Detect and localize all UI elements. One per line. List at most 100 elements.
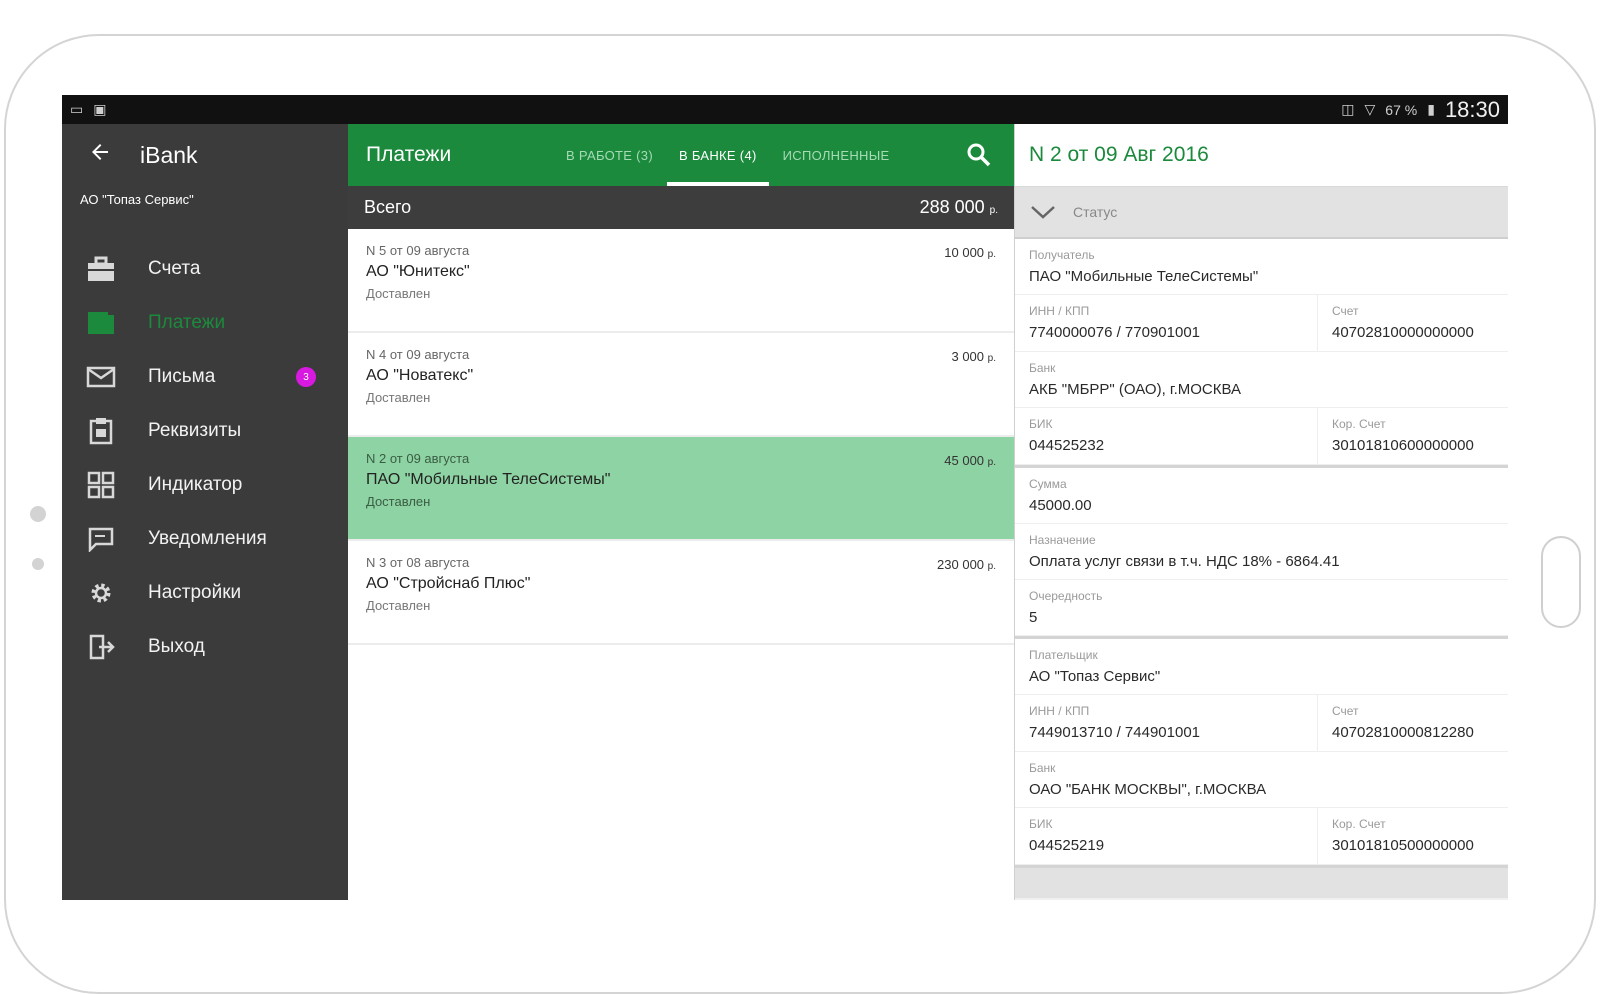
payment-info-group: Сумма 45000.00 Назначение Оплата услуг с… xyxy=(1015,468,1508,639)
sensor-dot xyxy=(32,558,44,570)
recipient-account-field: Счет 40702810000000000 xyxy=(1318,295,1508,351)
field-label: Назначение xyxy=(1029,533,1096,547)
recipient-inn-field: ИНН / КПП 7740000076 / 770901001 xyxy=(1015,295,1318,351)
field-value: 7449013710 / 744901001 xyxy=(1029,724,1201,741)
tab-in-progress[interactable]: В РАБОТЕ (3) xyxy=(566,124,653,186)
payer-field: Плательщик АО "Топаз Сервис" xyxy=(1015,639,1508,695)
sidebar-item-notifications[interactable]: Уведомления xyxy=(62,512,348,566)
sidebar-item-exit[interactable]: Выход xyxy=(62,620,348,674)
payment-row[interactable]: N 4 от 09 августа АО "Новатекс" Доставле… xyxy=(348,333,1014,437)
field-value: 40702810000000000 xyxy=(1332,324,1474,341)
total-value: 288 000 xyxy=(919,197,985,217)
field-label: Банк xyxy=(1029,761,1056,775)
sidebar-item-payments[interactable]: Платежи xyxy=(62,296,348,350)
status-label: Статус xyxy=(1073,204,1118,220)
field-label: Счет xyxy=(1332,304,1359,318)
status-tabs: В РАБОТЕ (3) В БАНКЕ (4) ИСПОЛНЕННЫЕ xyxy=(566,124,916,186)
priority-field: Очередность 5 xyxy=(1015,580,1508,636)
tab-completed[interactable]: ИСПОЛНЕННЫЕ xyxy=(783,124,890,186)
field-value: 45000.00 xyxy=(1029,497,1092,514)
payments-list-panel: Платежи В РАБОТЕ (3) В БАНКЕ (4) ИСПОЛНЕ… xyxy=(348,124,1015,900)
payment-amount: 230 000 р. xyxy=(937,557,996,572)
sidebar-item-settings[interactable]: Настройки xyxy=(62,566,348,620)
back-arrow-icon[interactable] xyxy=(88,140,128,171)
recipient-bik-field: БИК 044525232 xyxy=(1015,408,1318,464)
sidebar-item-label: Выход xyxy=(148,636,205,657)
payment-status: Доставлен xyxy=(366,494,431,509)
payments-list: N 5 от 09 августа АО "Юнитекс" Доставлен… xyxy=(348,229,1014,645)
chevron-down-icon xyxy=(1031,206,1055,219)
sidebar-item-label: Настройки xyxy=(148,582,242,603)
sidebar-item-indicator[interactable]: Индикатор xyxy=(62,458,348,512)
payer-inn-field: ИНН / КПП 7449013710 / 744901001 xyxy=(1015,695,1318,751)
payer-bik-field: БИК 044525219 xyxy=(1015,808,1318,864)
payment-amount-value: 3 000 xyxy=(951,349,985,364)
tablet-screen: ▭ ▣ ◫ ▽ 67 % ▮ 18:30 iBank АО "Топаз Сер… xyxy=(62,95,1508,900)
recipient-field: Получатель ПАО "Мобильные ТелеСистемы" xyxy=(1015,239,1508,295)
field-label: ИНН / КПП xyxy=(1029,704,1090,718)
battery-icon: ▮ xyxy=(1427,101,1435,117)
payment-amount-value: 45 000 xyxy=(944,453,985,468)
payment-status: Доставлен xyxy=(366,286,431,301)
field-value: 40702810000812280 xyxy=(1332,724,1474,741)
payment-recipient: АО "Юнитекс" xyxy=(366,263,470,280)
field-value: Оплата услуг связи в т.ч. НДС 18% - 6864… xyxy=(1029,553,1340,570)
currency-label: р. xyxy=(987,249,996,260)
sidebar-item-letters[interactable]: Письма 3 xyxy=(62,350,348,404)
status-bar: ▭ ▣ ◫ ▽ 67 % ▮ 18:30 xyxy=(62,95,1508,124)
field-label: Банк xyxy=(1029,361,1056,375)
sidebar-item-label: Письма xyxy=(148,366,216,387)
sidebar-item-label: Уведомления xyxy=(148,528,267,549)
status-expander[interactable]: Статус xyxy=(1015,187,1508,239)
app-title: iBank xyxy=(140,141,198,168)
payment-row[interactable]: N 5 от 09 августа АО "Юнитекс" Доставлен… xyxy=(348,229,1014,333)
sidebar-nav: Счета Платежи Письма 3 Реквизиты Индикат… xyxy=(62,242,348,674)
field-value: ПАО "Мобильные ТелеСистемы" xyxy=(1029,268,1259,285)
recipient-group: Получатель ПАО "Мобильные ТелеСистемы" И… xyxy=(1015,239,1508,468)
total-amount: 288 000 р. xyxy=(920,197,998,218)
field-value: 7740000076 / 770901001 xyxy=(1029,324,1201,341)
field-row: ИНН / КПП 7740000076 / 770901001 Счет 40… xyxy=(1015,295,1508,352)
search-icon[interactable] xyxy=(966,142,992,168)
sidebar-item-label: Платежи xyxy=(148,312,226,333)
currency-label: р. xyxy=(987,457,996,468)
payment-amount: 10 000 р. xyxy=(944,245,996,260)
payments-toolbar: Платежи В РАБОТЕ (3) В БАНКЕ (4) ИСПОЛНЕ… xyxy=(348,124,1014,186)
field-label: БИК xyxy=(1029,817,1053,831)
payer-bank-field: Банк ОАО "БАНК МОСКВЫ", г.МОСКВА xyxy=(1015,752,1508,808)
payer-correspondent-account-field: Кор. Счет 30101810500000000 xyxy=(1318,808,1508,864)
sidebar-item-accounts[interactable]: Счета xyxy=(62,242,348,296)
sidebar-item-label: Счета xyxy=(148,258,201,279)
home-button[interactable] xyxy=(1541,536,1581,628)
payment-amount-value: 230 000 xyxy=(937,557,985,572)
field-value: 044525232 xyxy=(1029,437,1105,454)
notification-icon: ▣ xyxy=(93,101,107,117)
clipboard-icon xyxy=(84,416,118,446)
total-label: Всего xyxy=(364,197,412,217)
payer-group: Плательщик АО "Топаз Сервис" ИНН / КПП 7… xyxy=(1015,639,1508,868)
tab-in-bank[interactable]: В БАНКЕ (4) xyxy=(667,124,769,186)
payment-number-date: N 4 от 09 августа xyxy=(366,347,470,362)
mute-icon: ◫ xyxy=(1341,101,1355,117)
cast-icon: ▭ xyxy=(70,101,84,117)
currency-label: р. xyxy=(987,561,996,572)
payment-status: Доставлен xyxy=(366,390,431,405)
wallet-icon xyxy=(84,308,118,338)
payment-row-selected[interactable]: N 2 от 09 августа ПАО "Мобильные ТелеСис… xyxy=(348,437,1014,541)
field-value: 30101810500000000 xyxy=(1332,837,1474,854)
payer-account-field: Счет 40702810000812280 xyxy=(1318,695,1508,751)
unread-badge: 3 xyxy=(296,367,316,387)
payment-number-date: N 5 от 09 августа xyxy=(366,243,470,258)
payment-amount: 45 000 р. xyxy=(944,453,996,468)
payment-amount: 3 000 р. xyxy=(951,349,996,364)
field-value: АКБ "МБРР" (ОАО), г.МОСКВА xyxy=(1029,381,1241,398)
sidebar-item-requisites[interactable]: Реквизиты xyxy=(62,404,348,458)
field-label: Плательщик xyxy=(1029,648,1098,662)
payment-row[interactable]: N 3 от 08 августа АО "Стройснаб Плюс" До… xyxy=(348,541,1014,645)
field-label: Кор. Счет xyxy=(1332,817,1386,831)
wifi-icon: ▽ xyxy=(1364,101,1376,117)
payment-status: Доставлен xyxy=(366,598,431,613)
next-section-header[interactable] xyxy=(1015,868,1508,898)
field-value: 30101810600000000 xyxy=(1332,437,1474,454)
clock: 18:30 xyxy=(1444,96,1500,122)
